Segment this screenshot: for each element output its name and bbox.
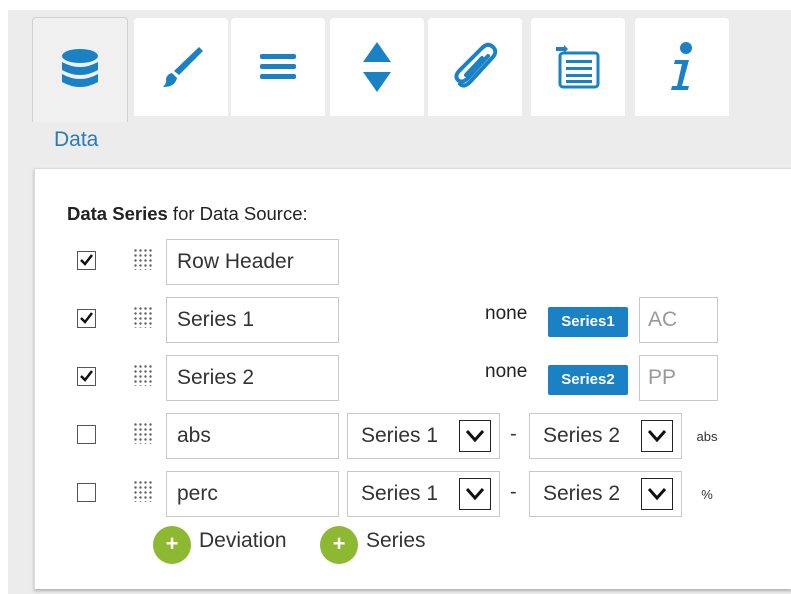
add-series-label: Series bbox=[366, 529, 426, 552]
drag-handle-icon[interactable] bbox=[133, 306, 153, 328]
deviation-row: perc Series 1 - Series 2 % bbox=[35, 471, 791, 517]
drag-handle-icon[interactable] bbox=[133, 480, 153, 502]
tab-info[interactable] bbox=[635, 18, 729, 116]
series-badge[interactable]: Series1 bbox=[548, 307, 628, 337]
minus-sign: - bbox=[510, 481, 517, 503]
dropdown-arrow[interactable] bbox=[459, 478, 491, 510]
series-row: Series 1 none Series1 AC bbox=[35, 297, 791, 343]
checkmark-icon bbox=[80, 254, 93, 266]
chevron-down-icon bbox=[647, 430, 667, 443]
none-label[interactable]: none bbox=[485, 303, 527, 325]
panel-heading: Data Series for Data Source: bbox=[67, 203, 308, 225]
chevron-down-icon bbox=[465, 488, 485, 501]
series-checkbox[interactable] bbox=[77, 309, 96, 328]
minuend-select[interactable]: Series 1 bbox=[347, 471, 500, 517]
drag-handle-icon[interactable] bbox=[133, 422, 153, 444]
minuend-select[interactable]: Series 1 bbox=[347, 413, 500, 459]
subtrahend-select-value: Series 2 bbox=[543, 424, 621, 447]
drag-handle-icon[interactable] bbox=[133, 248, 153, 270]
series-name-input[interactable]: abs bbox=[166, 413, 339, 459]
minuend-select-value: Series 1 bbox=[361, 482, 439, 505]
deviation-type-label[interactable]: % bbox=[691, 482, 723, 508]
tab-layout[interactable] bbox=[231, 18, 325, 116]
series-checkbox[interactable] bbox=[77, 251, 96, 270]
minus-sign: - bbox=[510, 423, 517, 445]
series-name-input[interactable]: Series 1 bbox=[166, 297, 339, 343]
panel-heading-rest: for Data Source: bbox=[167, 203, 308, 224]
deviation-row: abs Series 1 - Series 2 abs bbox=[35, 413, 791, 459]
tab-data[interactable] bbox=[32, 17, 128, 122]
series-checkbox[interactable] bbox=[77, 367, 96, 386]
info-icon bbox=[671, 42, 692, 90]
subtrahend-select-value: Series 2 bbox=[543, 482, 621, 505]
series-badge[interactable]: Series2 bbox=[548, 365, 628, 395]
plus-icon: + bbox=[153, 526, 191, 564]
subtrahend-select[interactable]: Series 2 bbox=[529, 413, 682, 459]
series-name-input[interactable]: perc bbox=[166, 471, 339, 517]
chevron-down-icon bbox=[465, 430, 485, 443]
minuend-select-value: Series 1 bbox=[361, 424, 439, 447]
tab-style[interactable] bbox=[134, 18, 228, 116]
list-icon bbox=[556, 45, 600, 89]
data-series-panel: Data Series for Data Source: Row Header … bbox=[34, 168, 791, 589]
series-name-input[interactable]: Series 2 bbox=[166, 355, 339, 401]
menu-lines-icon bbox=[260, 54, 296, 79]
series-checkbox[interactable] bbox=[77, 425, 96, 444]
subtrahend-select[interactable]: Series 2 bbox=[529, 471, 682, 517]
checkmark-icon bbox=[80, 312, 93, 324]
add-deviation-label: Deviation bbox=[199, 529, 287, 552]
plus-icon: + bbox=[320, 526, 358, 564]
tab-list[interactable] bbox=[531, 18, 625, 116]
series-checkbox[interactable] bbox=[77, 483, 96, 502]
chevron-down-icon bbox=[647, 488, 667, 501]
series-code-input[interactable]: PP bbox=[639, 355, 718, 401]
database-icon bbox=[62, 49, 98, 87]
tab-sort[interactable] bbox=[330, 18, 424, 116]
drag-handle-icon[interactable] bbox=[133, 364, 153, 386]
tab-attachments[interactable] bbox=[428, 18, 522, 116]
panel-heading-bold: Data Series bbox=[67, 203, 168, 224]
dropdown-arrow[interactable] bbox=[641, 478, 673, 510]
series-name-input[interactable]: Row Header bbox=[166, 239, 339, 285]
deviation-type-label[interactable]: abs bbox=[691, 424, 723, 450]
series-code-input[interactable]: AC bbox=[639, 297, 718, 343]
series-row: Series 2 none Series2 PP bbox=[35, 355, 791, 401]
paintbrush-icon bbox=[163, 47, 203, 87]
paperclip-icon bbox=[454, 42, 498, 88]
sort-arrows-icon bbox=[363, 42, 391, 92]
dropdown-arrow[interactable] bbox=[459, 420, 491, 452]
none-label[interactable]: none bbox=[485, 361, 527, 383]
checkmark-icon bbox=[80, 370, 93, 382]
dropdown-arrow[interactable] bbox=[641, 420, 673, 452]
section-title: Data bbox=[54, 128, 99, 151]
series-row: Row Header bbox=[35, 239, 791, 285]
